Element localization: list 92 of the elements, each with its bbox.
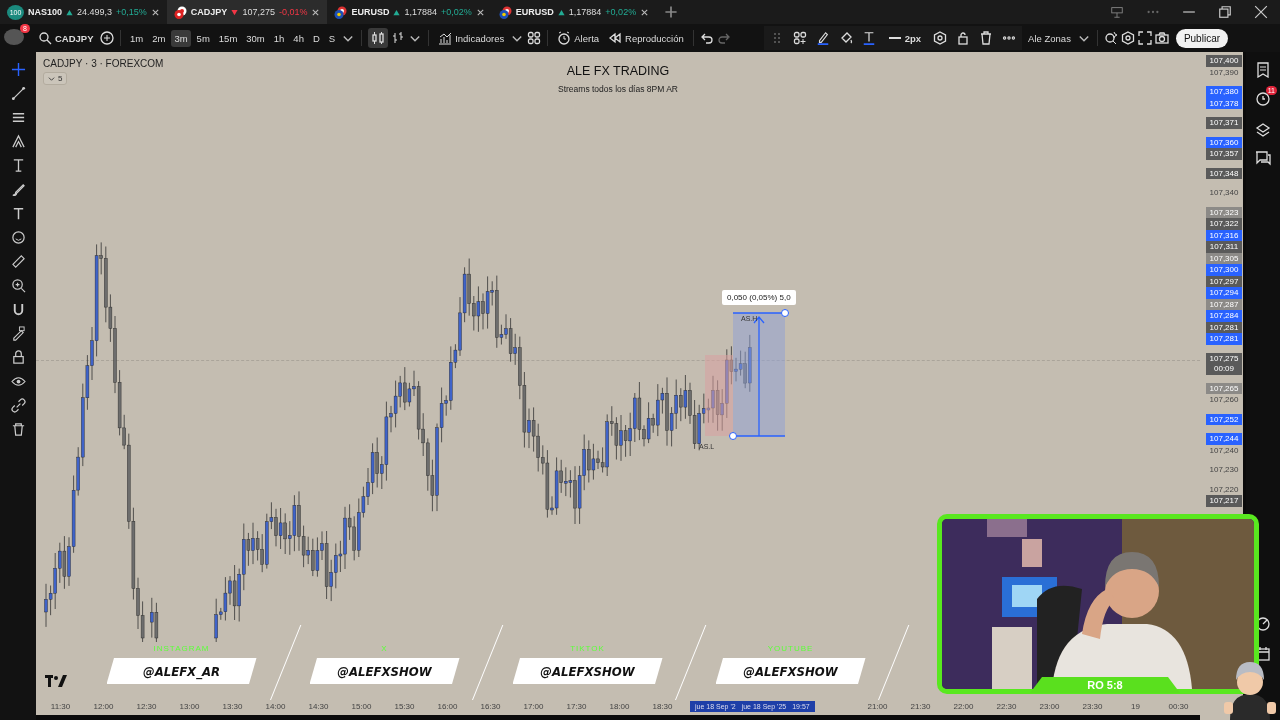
price-label: 107,260 [1208,394,1240,406]
time-label: 22:30 [995,701,1018,711]
price-label: 107,284 [1206,310,1242,322]
time-label: 12:30 [135,701,158,711]
tab-price: 1,17884 [404,7,437,17]
price-label: 107,380 [1206,86,1242,98]
interval-button[interactable]: 3m [171,29,191,47]
symbol-tab[interactable]: CADJPY 107,275 -0,01% [166,0,328,24]
time-label: 15:00 [350,701,373,711]
tab-price: 107,275 [242,7,275,17]
interval-button[interactable]: 1m [127,29,147,47]
time-label: 18:00 [608,701,631,711]
tab-symbol: EURUSD [351,7,390,17]
tab-price: 24.499,3 [77,7,113,17]
price-label: 107,230 [1208,464,1240,476]
alert-button[interactable]: Alerta [554,28,603,48]
interval-button[interactable]: 4h [290,29,307,47]
time-label: 12:00 [92,701,115,711]
symbol-tab[interactable]: EURUSD 1,17884 +0,02% [327,0,492,24]
time-label: 23:00 [1038,701,1061,711]
price-label: 107,357 [1206,148,1242,160]
symbol-search[interactable]: CADJPY [35,28,97,48]
interval-button[interactable]: S [325,29,339,47]
price-label: 107,275 00:09 [1206,352,1242,375]
tab-change: +0,02% [441,7,472,17]
price-label: 107,311 [1206,241,1242,253]
symbol-tab[interactable]: EURUSD 1,17884 +0,02% [491,0,657,24]
publish-button[interactable]: Publicar [1175,28,1229,48]
social-handle: @ALEFXSHOW [512,658,663,684]
social-handle: @ALEFXSHOW [715,658,866,684]
price-label: 107,390 [1208,66,1240,78]
watermark-subtitle: Streams todos los días 8PM AR [558,84,678,94]
time-label: 13:30 [221,701,244,711]
time-label: 13:00 [178,701,201,711]
price-label: 107,340 [1208,187,1240,199]
price-label: 107,348 [1206,167,1242,179]
social-handle: @ALEFX_AR [106,658,257,684]
price-label: 107,294 [1206,287,1242,299]
price-label: 107,244 [1206,433,1242,445]
social-platform: TIKTOK [570,644,605,653]
interval-button[interactable]: 1h [270,29,288,47]
price-label: 107,252 [1206,413,1242,425]
interval-button[interactable]: 2m [149,29,169,47]
time-label: 16:30 [479,701,502,711]
social-handle: @ALEFXSHOW [309,658,460,684]
interval-button[interactable]: 15m [215,29,241,47]
chart-legend: CADJPY · 3 · FOREXCOM [43,58,164,69]
price-label: 107,281 [1206,333,1242,345]
price-label: 107,240 [1208,444,1240,456]
time-label: 18:30 [651,701,674,711]
interval-button[interactable]: 5m [193,29,213,47]
time-label: 21:00 [866,701,889,711]
time-label: 15:30 [393,701,416,711]
measure-tooltip: 0,050 (0,05%) 5,0 [722,290,796,305]
tab-symbol: NAS100 [28,7,63,17]
time-label: 16:00 [436,701,459,711]
price-label: 107,371 [1206,117,1242,129]
time-label: 19 [1130,701,1141,711]
time-label: 14:30 [307,701,330,711]
replay-button[interactable]: Reproducción [605,28,687,48]
tab-change: +0,02% [605,7,637,17]
price-label: 107,300 [1206,264,1242,276]
interval-button[interactable]: 30m [243,29,268,47]
indicators-button[interactable]: Indicadores [435,28,508,48]
layout-button[interactable]: Ale Zonas [1025,29,1074,47]
time-label: 17:30 [565,701,588,711]
price-label: 107,265 [1206,382,1242,394]
social-platform: X [381,644,388,653]
line-width-button[interactable]: 2px [884,28,925,48]
time-label: 17:00 [522,701,545,711]
time-label: 11:30 [49,701,72,711]
price-label: 107,220 [1208,483,1240,495]
tab-change: -0,01% [278,7,308,17]
tab-symbol: EURUSD [515,7,554,17]
price-label: 107,323 [1206,206,1242,218]
interval-button[interactable]: D [309,29,323,47]
time-label: 14:00 [264,701,287,711]
social-platform: YOUTUBE [767,644,814,653]
price-label: 107,400 [1206,55,1242,67]
watermark-title: ALE FX TRADING [566,64,670,78]
time-label: 00:30 [1167,701,1190,711]
social-platform: INSTAGRAM [153,644,210,653]
tab-symbol: CADJPY [190,7,228,17]
time-label: 22:00 [952,701,975,711]
price-label: 107,322 [1206,218,1242,230]
tab-change: +0,15% [116,7,147,17]
time-label: 21:30 [909,701,932,711]
price-label: 107,217 [1206,495,1242,507]
price-label: 107,360 [1206,136,1242,148]
tab-price: 1,17884 [568,7,602,17]
time-label: 23:30 [1081,701,1104,711]
collapse-button[interactable]: 5 [43,72,68,85]
